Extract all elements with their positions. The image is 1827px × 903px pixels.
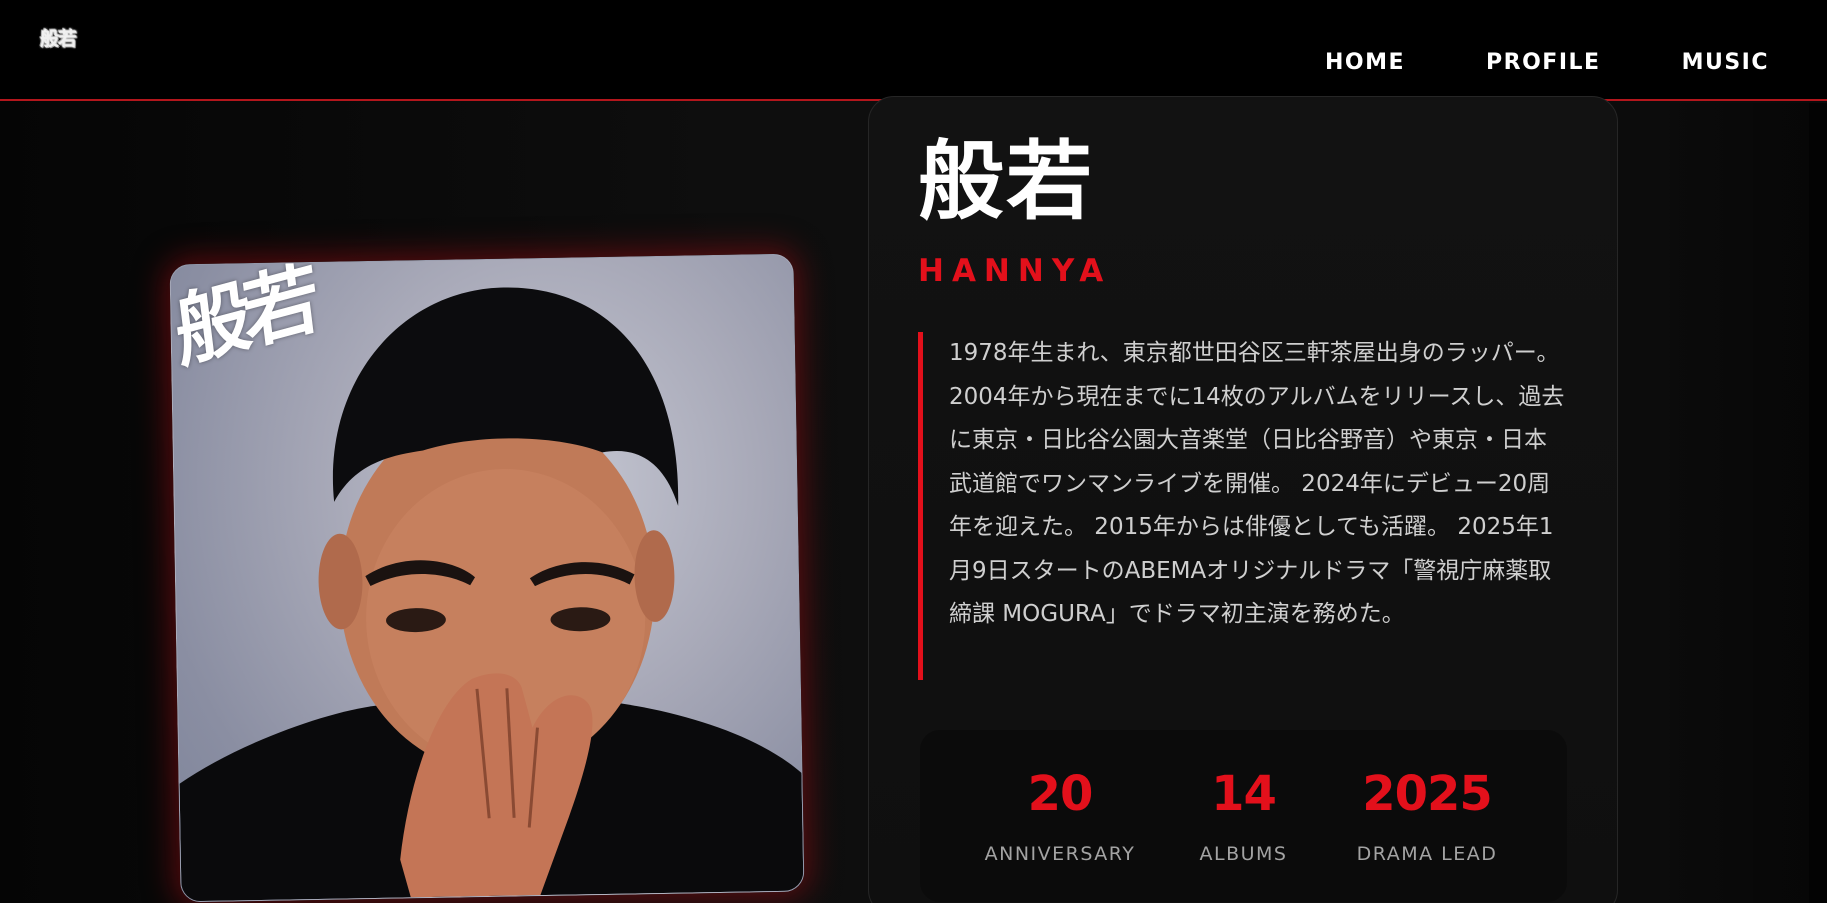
stat-label: ANNIVERSARY [984,843,1136,865]
stats-panel: 20 ANNIVERSARY 14 ALBUMS 2025 DRAMA LEAD [920,730,1567,902]
right-edge-strip [1809,103,1827,903]
stat-label: DRAMA LEAD [1356,843,1498,865]
main-nav: HOME PROFILE MUSIC [1244,50,1769,75]
stat-value: 20 [1027,766,1094,822]
nav-profile-link[interactable]: PROFILE [1486,50,1601,75]
stat-anniversary: 20 ANNIVERSARY [970,770,1150,902]
nav-music-link[interactable]: MUSIC [1682,50,1769,75]
nav-home-link[interactable]: HOME [1325,50,1405,75]
stat-value: 2025 [1362,766,1493,822]
stat-drama-lead: 2025 DRAMA LEAD [1337,770,1517,902]
artist-bio: 1978年生まれ、東京都世田谷区三軒茶屋出身のラッパー。 2004年から現在まで… [918,332,1568,680]
edge-shade [1649,103,1809,903]
page: 般若 HOME PROFILE MUSIC 般若 般若 HANNYA 1978年… [0,0,1827,903]
site-logo[interactable]: 般若 [40,24,77,51]
stat-albums: 14 ALBUMS [1154,770,1334,902]
artist-name-jp: 般若 [918,132,1094,232]
artist-name-en: HANNYA [918,253,1112,289]
stat-label: ALBUMS [1199,843,1288,865]
artist-photo: 般若 [169,253,805,903]
bio-text: 1978年生まれ、東京都世田谷区三軒茶屋出身のラッパー。 2004年から現在まで… [949,340,1565,627]
site-header: 般若 HOME PROFILE MUSIC [0,0,1827,101]
stat-value: 14 [1211,766,1277,822]
